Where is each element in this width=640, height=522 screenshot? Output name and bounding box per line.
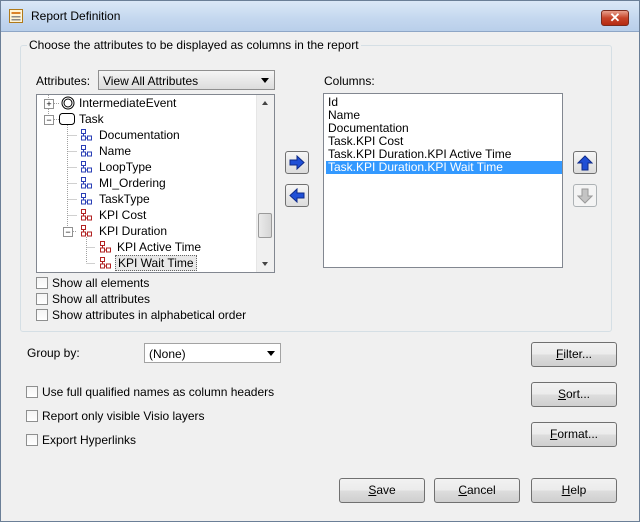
close-button[interactable]: ✕: [601, 10, 629, 26]
export-hyperlinks-checkbox[interactable]: [26, 434, 38, 446]
help-button[interactable]: Help: [531, 478, 617, 503]
move-down-button[interactable]: [573, 184, 597, 207]
scrollbar-thumb[interactable]: [258, 213, 272, 238]
columns-label: Columns:: [324, 74, 375, 88]
format-button[interactable]: Format...: [531, 422, 617, 447]
chevron-down-icon: [267, 351, 275, 356]
scroll-down-icon[interactable]: [262, 262, 268, 266]
visible-layers-checkbox[interactable]: [26, 410, 38, 422]
attribute-icon: [81, 129, 92, 141]
full-names-label: Use full qualified names as column heade…: [42, 385, 275, 399]
attributes-label: Attributes:: [36, 74, 91, 88]
export-hyperlinks-label: Export Hyperlinks: [42, 433, 137, 447]
arrow-left-icon: [289, 188, 305, 203]
attributes-filter-value: View All Attributes: [103, 74, 199, 88]
close-icon: ✕: [609, 10, 621, 25]
arrow-up-icon: [577, 155, 593, 171]
group-by-value: (None): [149, 347, 186, 361]
arrow-right-icon: [289, 155, 305, 170]
report-app-icon: [9, 9, 23, 23]
kpi-attribute-icon: [100, 241, 111, 253]
group-by-label: Group by:: [27, 346, 80, 360]
attribute-icon: [81, 145, 92, 157]
title-bar[interactable]: Report Definition ✕: [1, 1, 639, 32]
attributes-filter-dropdown[interactable]: View All Attributes: [98, 70, 275, 90]
show-all-attributes-checkbox[interactable]: [36, 293, 48, 305]
move-up-button[interactable]: [573, 151, 597, 174]
columns-list[interactable]: Id Name Documentation Task.KPI Cost Task…: [323, 93, 563, 268]
alphabetical-order-label: Show attributes in alphabetical order: [52, 308, 247, 322]
save-button[interactable]: Save: [339, 478, 425, 503]
show-all-elements-label: Show all elements: [52, 276, 150, 290]
attribute-icon: [81, 161, 92, 173]
show-all-elements-checkbox[interactable]: [36, 277, 48, 289]
attribute-icon: [81, 177, 92, 189]
list-item[interactable]: Id: [326, 96, 562, 109]
visible-layers-label: Report only visible Visio layers: [42, 409, 205, 423]
filter-button[interactable]: Filter...: [531, 342, 617, 367]
add-column-button[interactable]: [285, 151, 309, 174]
attribute-icon: [81, 193, 92, 205]
sort-button[interactable]: Sort...: [531, 382, 617, 407]
chevron-down-icon: [261, 78, 269, 83]
kpi-attribute-icon: [81, 209, 92, 221]
cancel-button[interactable]: Cancel: [434, 478, 520, 503]
show-all-attributes-label: Show all attributes: [52, 292, 151, 306]
expand-icon[interactable]: +: [44, 99, 54, 109]
intermediate-event-icon: [61, 96, 75, 110]
kpi-attribute-icon: [81, 225, 92, 237]
scroll-up-icon[interactable]: [262, 101, 268, 105]
collapse-icon[interactable]: −: [44, 115, 54, 125]
attributes-tree[interactable]: + IntermediateEvent − Task Documentation…: [36, 94, 275, 273]
tree-scrollbar[interactable]: [256, 95, 274, 272]
arrow-down-icon: [577, 188, 593, 204]
kpi-attribute-icon: [100, 257, 111, 269]
list-item-selected[interactable]: Task.KPI Duration.KPI Wait Time: [326, 161, 562, 174]
report-definition-dialog: Report Definition ✕ Choose the attribute…: [0, 0, 640, 522]
collapse-icon[interactable]: −: [63, 227, 73, 237]
alphabetical-order-checkbox[interactable]: [36, 309, 48, 321]
groupbox-legend: Choose the attributes to be displayed as…: [27, 38, 361, 52]
full-names-checkbox[interactable]: [26, 386, 38, 398]
group-by-dropdown[interactable]: (None): [144, 343, 281, 363]
window-title: Report Definition: [31, 9, 121, 23]
task-icon: [59, 113, 75, 125]
remove-column-button[interactable]: [285, 184, 309, 207]
